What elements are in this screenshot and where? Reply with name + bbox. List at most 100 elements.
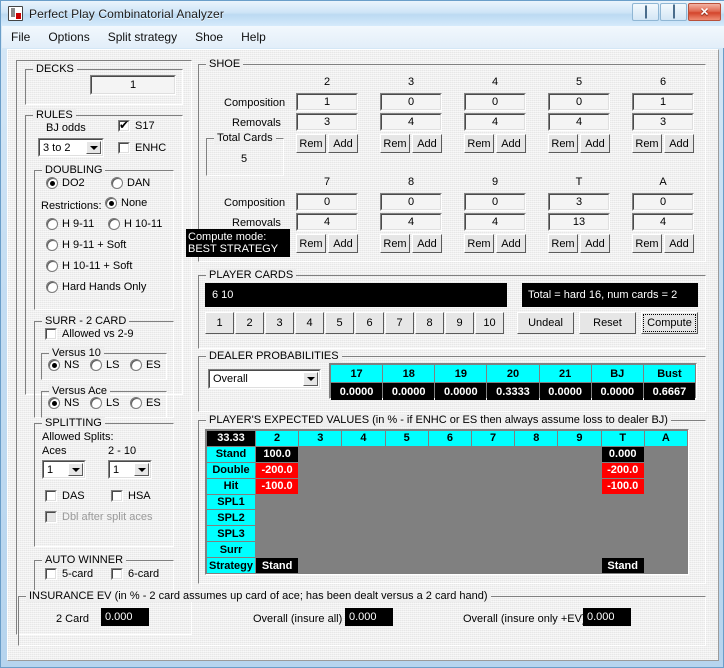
card-button-5[interactable]: 5 bbox=[325, 312, 354, 334]
shoe-add-button[interactable]: Add bbox=[328, 134, 358, 153]
radio-vsace-ns[interactable]: NS bbox=[48, 397, 79, 409]
shoe-rem-button[interactable]: Rem bbox=[380, 234, 410, 253]
hsa-checkbox[interactable]: HSA bbox=[111, 490, 151, 502]
shoe-add-button[interactable]: Add bbox=[496, 234, 526, 253]
shoe-removals-field[interactable]: 4 bbox=[464, 113, 526, 131]
compute-button[interactable]: Compute bbox=[641, 312, 698, 334]
menu-item-shoe[interactable]: Shoe bbox=[186, 28, 232, 46]
shoe-removals-field[interactable]: 4 bbox=[380, 113, 442, 131]
shoe-composition-field[interactable]: 0 bbox=[632, 193, 694, 211]
shoe-add-button[interactable]: Add bbox=[664, 134, 694, 153]
menu-item-file[interactable]: File bbox=[2, 28, 39, 46]
shoe-composition-field[interactable]: 0 bbox=[296, 193, 358, 211]
bj-odds-select[interactable]: 3 to 2 bbox=[38, 138, 104, 157]
shoe-rem-button[interactable]: Rem bbox=[548, 234, 578, 253]
aces-splits-select[interactable]: 1 bbox=[42, 460, 86, 479]
shoe-rem-button[interactable]: Rem bbox=[548, 134, 578, 153]
ev-cell: Stand bbox=[256, 558, 299, 573]
menu-item-split-strategy[interactable]: Split strategy bbox=[99, 28, 186, 46]
shoe-add-button[interactable]: Add bbox=[412, 134, 442, 153]
shoe-composition-field[interactable]: 1 bbox=[632, 93, 694, 111]
chevron-down-icon[interactable] bbox=[68, 463, 83, 476]
shoe-add-button[interactable]: Add bbox=[580, 234, 610, 253]
card-button-7[interactable]: 7 bbox=[385, 312, 414, 334]
shoe-add-button[interactable]: Add bbox=[664, 234, 694, 253]
shoe-removals-field[interactable]: 13 bbox=[548, 213, 610, 231]
radio-h9-11-soft[interactable]: H 9-11 + Soft bbox=[46, 239, 126, 251]
shoe-removals-field[interactable]: 4 bbox=[464, 213, 526, 231]
shoe-rem-button[interactable]: Rem bbox=[464, 234, 494, 253]
card-button-6[interactable]: 6 bbox=[355, 312, 384, 334]
radio-h10-11[interactable]: H 10-11 bbox=[108, 218, 162, 230]
card-button-8[interactable]: 8 bbox=[415, 312, 444, 334]
shoe-composition-field[interactable]: 1 bbox=[296, 93, 358, 111]
shoe-rem-button[interactable]: Rem bbox=[632, 134, 662, 153]
six-card-checkbox[interactable]: 6-card bbox=[111, 568, 159, 580]
maximize-button[interactable] bbox=[660, 3, 687, 21]
shoe-add-button[interactable]: Add bbox=[496, 134, 526, 153]
radio-vs10-es[interactable]: ES bbox=[130, 359, 161, 371]
dealer-prob-selector[interactable]: Overall bbox=[208, 369, 321, 389]
s17-checkbox[interactable]: S17 bbox=[118, 118, 155, 132]
five-card-checkbox[interactable]: 5-card bbox=[45, 568, 93, 580]
shoe-add-button[interactable]: Add bbox=[412, 234, 442, 253]
shoe-composition-field[interactable]: 0 bbox=[380, 193, 442, 211]
shoe-composition-field[interactable]: 0 bbox=[464, 193, 526, 211]
radio-dan[interactable]: DAN bbox=[111, 177, 150, 189]
shoe-composition-field[interactable]: 3 bbox=[548, 193, 610, 211]
decks-value-field[interactable]: 1 bbox=[90, 75, 176, 95]
close-button[interactable]: ✕ bbox=[688, 3, 721, 21]
card-button-10[interactable]: 10 bbox=[475, 312, 504, 334]
shoe-composition-field[interactable]: 0 bbox=[464, 93, 526, 111]
undeal-button[interactable]: Undeal bbox=[517, 312, 574, 334]
radio-h9-11[interactable]: H 9-11 bbox=[46, 218, 94, 230]
enhc-checkbox[interactable]: ENHC bbox=[118, 142, 166, 154]
shoe-removals-field[interactable]: 4 bbox=[380, 213, 442, 231]
chevron-down-icon[interactable] bbox=[134, 463, 149, 476]
surrender-allowed-checkbox[interactable]: Allowed vs 2-9 bbox=[45, 328, 134, 340]
menu-item-help[interactable]: Help bbox=[232, 28, 275, 46]
shoe-removals-field[interactable]: 3 bbox=[296, 113, 358, 131]
player-hand-display[interactable]: 6 10 bbox=[205, 283, 507, 307]
shoe-composition-field[interactable]: 0 bbox=[380, 93, 442, 111]
player-cards-title: PLAYER CARDS bbox=[206, 269, 297, 281]
radio-vsace-ls[interactable]: LS bbox=[90, 397, 119, 409]
ev-cell bbox=[428, 558, 471, 573]
shoe-add-button[interactable]: Add bbox=[580, 134, 610, 153]
shoe-rank-label: 2 bbox=[323, 76, 331, 88]
ev-cell bbox=[299, 446, 342, 462]
shoe-removals-field[interactable]: 4 bbox=[548, 113, 610, 131]
radio-vs10-ls[interactable]: LS bbox=[90, 359, 119, 371]
radio-hard-hands-only[interactable]: Hard Hands Only bbox=[46, 281, 146, 293]
shoe-removals-field[interactable]: 4 bbox=[296, 213, 358, 231]
menu-item-options[interactable]: Options bbox=[39, 28, 98, 46]
shoe-rem-button[interactable]: Rem bbox=[464, 134, 494, 153]
shoe-removals-field[interactable]: 3 bbox=[632, 113, 694, 131]
shoe-rem-button[interactable]: Rem bbox=[632, 234, 662, 253]
radio-vs10-ns[interactable]: NS bbox=[48, 359, 79, 371]
shoe-rem-button[interactable]: Rem bbox=[296, 234, 326, 253]
shoe-composition-field[interactable]: 0 bbox=[548, 93, 610, 111]
card-button-2[interactable]: 2 bbox=[235, 312, 264, 334]
chevron-down-icon[interactable] bbox=[303, 372, 318, 386]
card-button-4[interactable]: 4 bbox=[295, 312, 324, 334]
rules-title: RULES bbox=[33, 109, 76, 121]
shoe-add-button[interactable]: Add bbox=[328, 234, 358, 253]
radio-do2[interactable]: DO2 bbox=[46, 177, 85, 189]
radio-restriction-none[interactable]: None bbox=[105, 197, 147, 209]
dealer-prob-value: 0.0000 bbox=[331, 383, 383, 400]
radio-h10-11-soft[interactable]: H 10-11 + Soft bbox=[46, 260, 132, 272]
card-button-3[interactable]: 3 bbox=[265, 312, 294, 334]
radio-vsace-es[interactable]: ES bbox=[130, 397, 161, 409]
two-ten-splits-select[interactable]: 1 bbox=[108, 460, 152, 479]
chevron-down-icon[interactable] bbox=[86, 141, 101, 154]
shoe-rem-button[interactable]: Rem bbox=[296, 134, 326, 153]
player-hand-value: 6 10 bbox=[212, 289, 234, 301]
card-button-9[interactable]: 9 bbox=[445, 312, 474, 334]
das-checkbox[interactable]: DAS bbox=[45, 490, 85, 502]
reset-button[interactable]: Reset bbox=[579, 312, 636, 334]
shoe-removals-field[interactable]: 4 bbox=[632, 213, 694, 231]
minimize-button[interactable] bbox=[632, 3, 659, 21]
shoe-rem-button[interactable]: Rem bbox=[380, 134, 410, 153]
card-button-1[interactable]: 1 bbox=[205, 312, 234, 334]
